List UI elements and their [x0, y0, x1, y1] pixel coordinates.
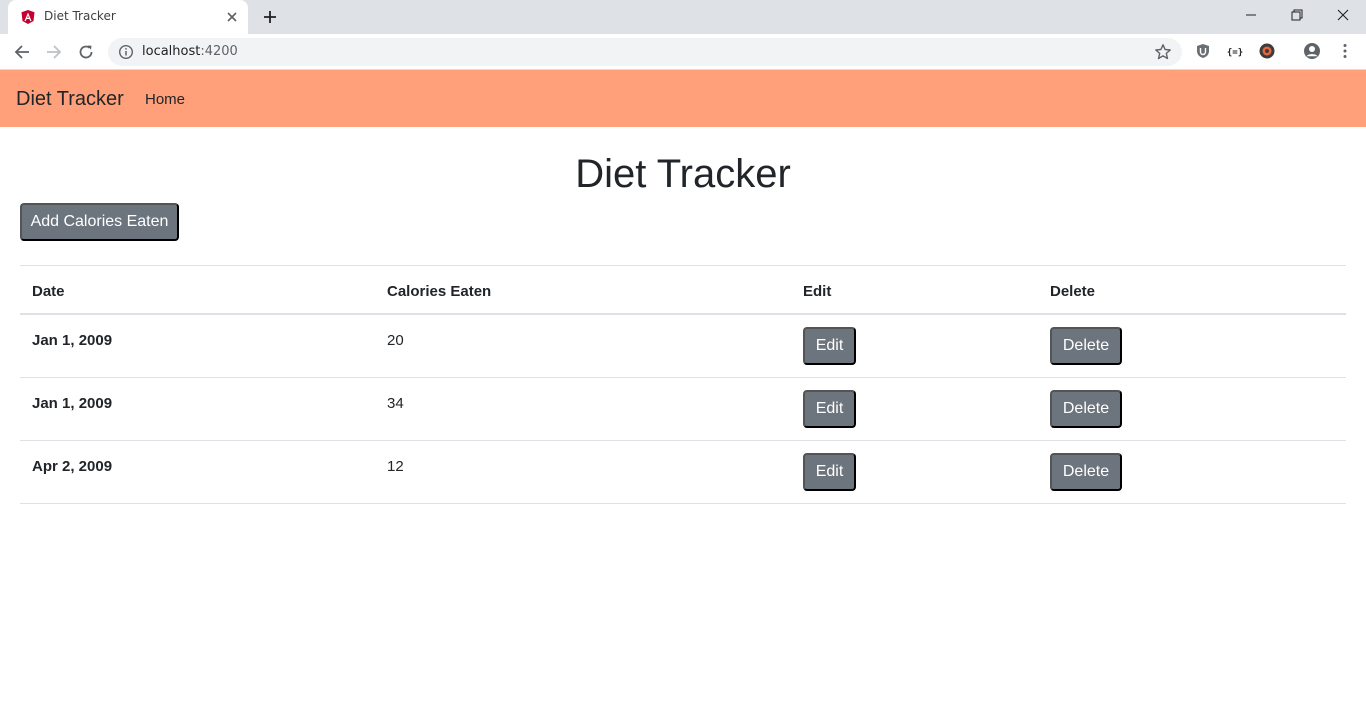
url-host: localhost — [142, 44, 201, 59]
tab-title: Diet Tracker — [44, 9, 116, 23]
row-calories: 12 — [387, 458, 404, 475]
browser-toolbar: localhost:4200 — [0, 34, 1366, 70]
header-delete: Delete — [1050, 283, 1096, 300]
row-calories: 34 — [387, 395, 404, 412]
browser-tab[interactable]: Diet Tracker — [8, 0, 248, 34]
tab-close-icon[interactable] — [224, 9, 240, 25]
table-header-row: Date Calories Eaten Edit Delete — [20, 265, 1346, 315]
header-calories: Calories Eaten — [387, 283, 492, 300]
table-row: Jan 1, 2009 34 Edit Delete — [20, 378, 1346, 441]
dev-extension-icon[interactable] — [1258, 42, 1276, 60]
table-row: Jan 1, 2009 20 Edit Delete — [20, 315, 1346, 378]
row-date: Jan 1, 2009 — [32, 332, 113, 349]
back-arrow-icon[interactable] — [12, 42, 32, 62]
new-tab-icon[interactable] — [261, 8, 279, 26]
browser-tabstrip: Diet Tracker — [0, 0, 1366, 34]
add-calories-button[interactable]: Add Calories Eaten — [20, 203, 179, 241]
table-row: Apr 2, 2009 12 Edit Delete — [20, 441, 1346, 504]
nav-link-home[interactable]: Home — [145, 90, 185, 110]
json-extension-icon[interactable]: {=} — [1226, 42, 1244, 60]
bookmark-star-icon[interactable] — [1154, 43, 1172, 61]
address-bar[interactable]: localhost:4200 — [108, 38, 1182, 66]
edit-button[interactable]: Edit — [803, 327, 856, 365]
ublock-extension-icon[interactable] — [1194, 42, 1212, 60]
forward-arrow-icon[interactable] — [44, 42, 64, 62]
row-calories: 20 — [387, 332, 404, 349]
close-window-icon[interactable] — [1320, 0, 1366, 30]
page-title: Diet Tracker — [575, 152, 791, 196]
header-edit: Edit — [803, 283, 832, 300]
svg-text:{=}: {=} — [1227, 48, 1243, 58]
delete-button[interactable]: Delete — [1050, 327, 1122, 365]
chrome-menu-icon[interactable] — [1336, 42, 1354, 60]
delete-button[interactable]: Delete — [1050, 453, 1122, 491]
angular-favicon-icon — [20, 9, 36, 25]
minimize-icon[interactable] — [1228, 0, 1274, 30]
navbar-brand[interactable]: Diet Tracker — [16, 87, 124, 111]
delete-button[interactable]: Delete — [1050, 390, 1122, 428]
row-date: Apr 2, 2009 — [32, 458, 113, 475]
restore-icon[interactable] — [1274, 0, 1320, 30]
reload-icon[interactable] — [76, 42, 96, 62]
header-date: Date — [32, 283, 65, 300]
site-info-icon[interactable] — [118, 44, 134, 60]
url-text: localhost:4200 — [142, 44, 238, 59]
edit-button[interactable]: Edit — [803, 453, 856, 491]
row-date: Jan 1, 2009 — [32, 395, 113, 412]
app-navbar: Diet Tracker Home — [0, 70, 1366, 127]
profile-avatar-icon[interactable] — [1303, 42, 1321, 60]
url-port: :4200 — [200, 44, 238, 59]
edit-button[interactable]: Edit — [803, 390, 856, 428]
